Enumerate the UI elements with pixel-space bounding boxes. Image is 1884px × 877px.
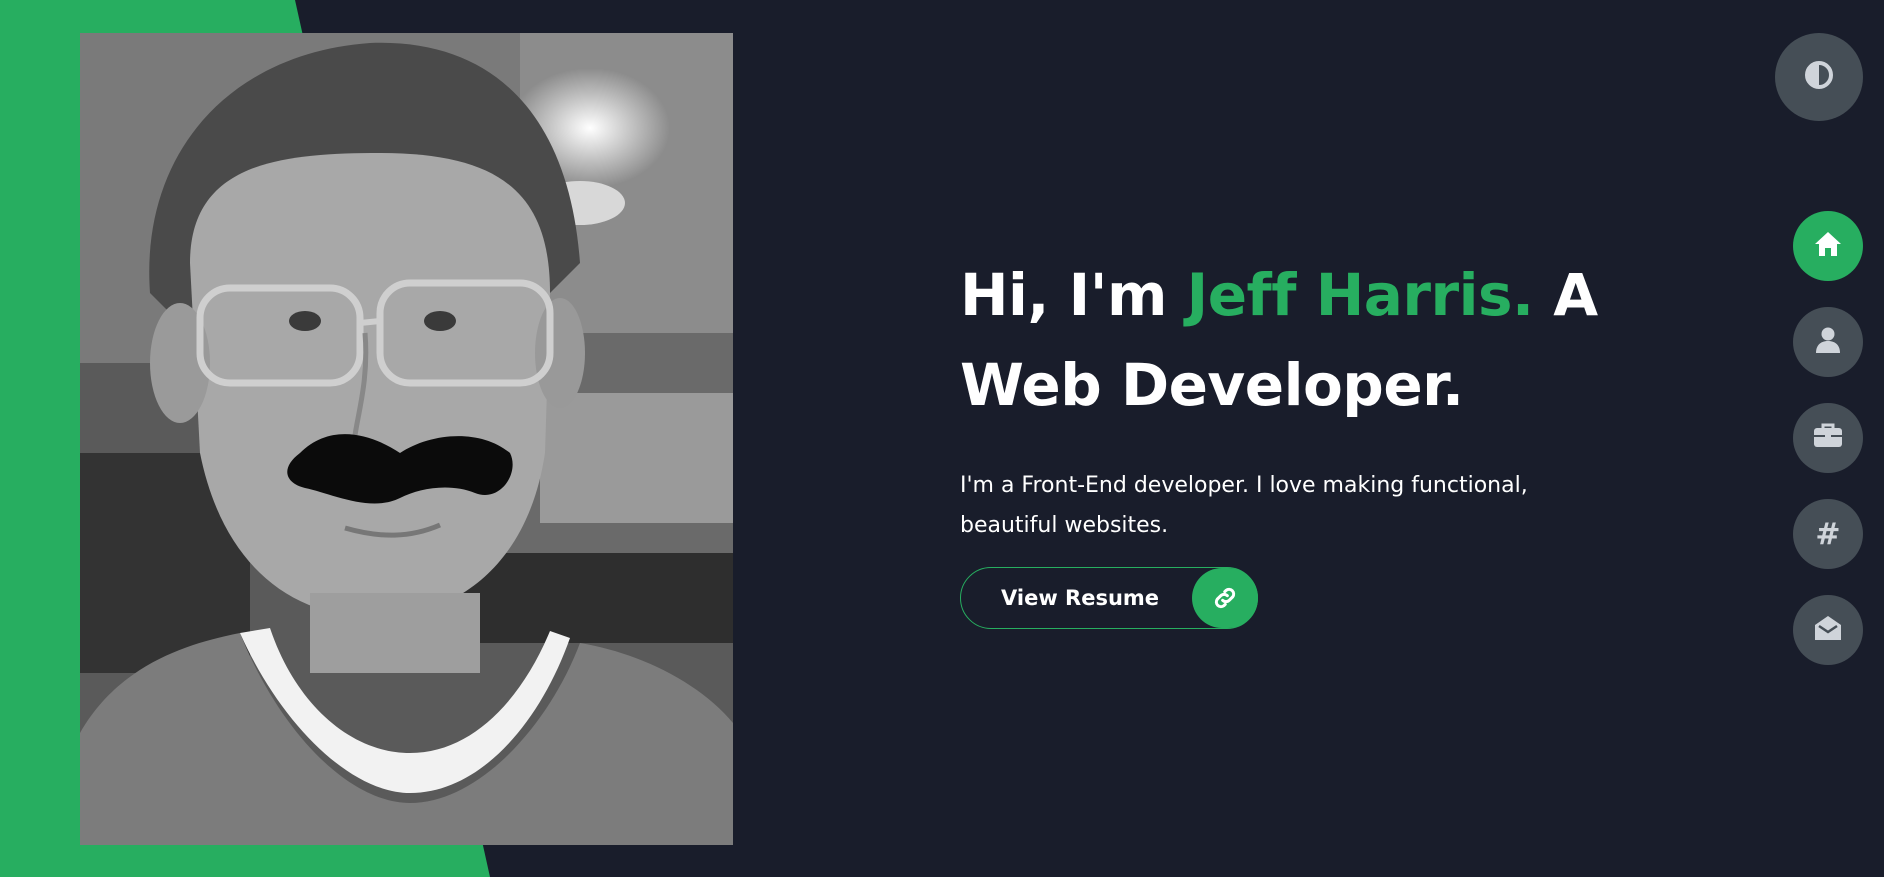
home-icon (1813, 230, 1843, 262)
link-icon (1192, 568, 1258, 628)
name-text: Jeff Harris. (1186, 261, 1534, 329)
role-text: Web Developer. (960, 351, 1464, 419)
profile-photo (80, 33, 733, 845)
nav-blogs-button[interactable]: # (1793, 499, 1863, 569)
contrast-icon (1804, 60, 1834, 94)
side-navigation: # (1793, 211, 1863, 691)
hashtag-icon: # (1815, 516, 1841, 552)
view-resume-label: View Resume (1001, 586, 1160, 610)
user-icon (1815, 326, 1841, 358)
nav-portfolio-button[interactable] (1793, 403, 1863, 473)
nav-about-button[interactable] (1793, 307, 1863, 377)
hero-section: Hi, I'm Jeff Harris. A Web Developer. I'… (960, 250, 1600, 546)
nav-home-button[interactable] (1793, 211, 1863, 281)
bio-text: I'm a Front-End developer. I love making… (960, 473, 1528, 538)
greeting-text: Hi, I'm (960, 261, 1187, 329)
theme-toggle-button[interactable] (1775, 33, 1863, 121)
hero-headline: Hi, I'm Jeff Harris. A Web Developer. (960, 250, 1600, 430)
nav-contact-button[interactable] (1793, 595, 1863, 665)
view-resume-button[interactable]: View Resume (960, 567, 1258, 629)
role-prefix-text: A (1533, 261, 1598, 329)
briefcase-icon (1813, 423, 1843, 453)
envelope-open-icon (1813, 614, 1843, 646)
